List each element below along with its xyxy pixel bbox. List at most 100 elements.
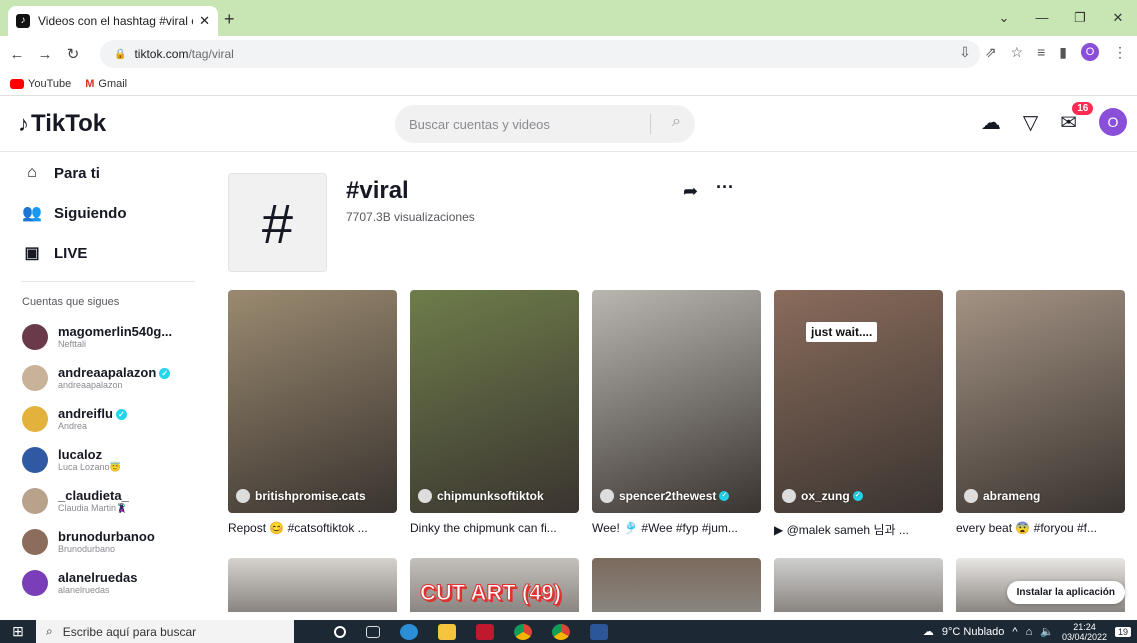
nav-following[interactable]: 👥 Siguiendo	[22, 193, 210, 233]
video-caption[interactable]: Repost 😊 #catsoftiktok ...	[228, 521, 397, 537]
followed-account[interactable]: andreiflu ✓ Andrea	[0, 398, 210, 439]
video-caption[interactable]: ▶ @malek sameh 님과 ...	[774, 521, 943, 537]
back-icon[interactable]: ←	[6, 46, 28, 63]
video-card[interactable]	[592, 558, 761, 612]
chrome-profile-icon[interactable]	[552, 623, 570, 640]
video-card[interactable]: CUT ART (49)	[410, 558, 579, 612]
account-avatar	[22, 487, 48, 514]
account-name: magomerlin540g...	[58, 324, 172, 339]
video-thumbnail[interactable]: chipmunksoftiktok	[410, 290, 579, 513]
share-page-icon[interactable]: ⇗	[985, 44, 997, 61]
tab-close-icon[interactable]: ✕	[199, 13, 210, 29]
video-caption[interactable]: every beat 😨 #foryou #f...	[956, 521, 1125, 537]
install-app-icon[interactable]: ⇩	[959, 44, 971, 61]
upload-icon[interactable]: ☁	[981, 110, 1001, 135]
followed-account[interactable]: brunodurbanoo Brunodurbano	[0, 521, 210, 562]
side-panel-icon[interactable]: ▮	[1059, 44, 1067, 61]
weather-icon[interactable]: ☁	[923, 625, 934, 638]
user-avatar[interactable]: O	[1099, 108, 1127, 136]
nav-label: Siguiendo	[54, 204, 127, 222]
profile-avatar[interactable]: O	[1081, 43, 1099, 61]
followed-account[interactable]: lucaloz Luca Lozano😇	[0, 439, 210, 480]
word-icon[interactable]	[590, 623, 608, 640]
tiktok-logo[interactable]: ♪ TikTok	[18, 110, 106, 138]
video-card[interactable]: spencer2thewest ✓ Wee! 🎐 #Wee #fyp #jum...	[592, 290, 761, 537]
account-name-text: alanelruedas	[58, 570, 138, 585]
close-window-icon[interactable]: ✕	[1099, 0, 1137, 36]
video-thumbnail[interactable]: just wait.... ox_zung ✓	[774, 290, 943, 513]
video-thumbnail[interactable]: britishpromise.cats	[228, 290, 397, 513]
restore-icon[interactable]: ❐	[1061, 0, 1099, 36]
video-author[interactable]: abrameng	[964, 489, 1040, 503]
account-avatar	[22, 446, 48, 473]
video-caption[interactable]: Dinky the chipmunk can fi...	[410, 521, 579, 537]
video-caption[interactable]: Wee! 🎐 #Wee #fyp #jum...	[592, 521, 761, 537]
messages-icon[interactable]: ▽	[1023, 110, 1038, 135]
tag-title: #viral	[346, 177, 409, 204]
video-thumbnail[interactable]: abrameng	[956, 290, 1125, 513]
video-card[interactable]: chipmunksoftiktok Dinky the chipmunk can …	[410, 290, 579, 537]
tab-search-icon[interactable]: ⌄	[985, 0, 1023, 36]
cortana-icon[interactable]	[334, 625, 346, 638]
video-card[interactable]: just wait.... ox_zung ✓ ▶ @malek sameh 님과 .…	[774, 290, 943, 537]
weather-text[interactable]: 9°C Nublado	[942, 626, 1005, 638]
video-author[interactable]: britishpromise.cats	[236, 489, 366, 503]
nav-live[interactable]: ▣ LIVE	[22, 233, 210, 273]
video-author[interactable]: spencer2thewest ✓	[600, 489, 730, 503]
home-icon: ⌂	[27, 164, 37, 181]
taskbar-search-input[interactable]: ⌕ Escribe aquí para buscar	[36, 620, 294, 643]
tray-expand-icon[interactable]: ^	[1012, 626, 1017, 638]
minimize-icon[interactable]: —	[1023, 0, 1061, 36]
share-icon[interactable]: ➦	[683, 181, 698, 202]
bookmark-label: Gmail	[98, 77, 128, 90]
edge-icon[interactable]	[400, 623, 418, 640]
search-icon[interactable]: ⌕	[672, 113, 681, 131]
account-name-text: _claudieta_	[58, 487, 129, 503]
following-accounts-title: Cuentas que sigues	[22, 296, 120, 308]
search-input[interactable]: Buscar cuentas y videos ⌕	[395, 105, 695, 143]
bookmark-youtube[interactable]: YouTube	[10, 78, 71, 90]
account-avatar	[22, 528, 48, 555]
bookmark-star-icon[interactable]: ☆	[1011, 44, 1024, 61]
install-app-button[interactable]: Instalar la aplicación	[1006, 581, 1125, 604]
lock-icon[interactable]: 🔒	[114, 49, 126, 60]
notifications-icon[interactable]: 19	[1114, 626, 1131, 637]
new-tab-button[interactable]: +	[224, 9, 235, 30]
video-thumbnail[interactable]: spencer2thewest ✓	[592, 290, 761, 513]
account-name-text: brunodurbanoo	[58, 529, 155, 544]
video-card[interactable]	[228, 558, 397, 612]
more-options-icon[interactable]: ···	[716, 177, 734, 198]
account-name: andreaapalazon ✓	[58, 365, 171, 380]
account-subtitle: alanelruedas	[58, 585, 110, 595]
video-author[interactable]: chipmunksoftiktok	[418, 489, 544, 503]
followed-account[interactable]: _claudieta_ Claudia Martin🦹	[0, 480, 210, 521]
video-author[interactable]: ox_zung ✓	[782, 489, 863, 503]
mcafee-icon[interactable]	[476, 623, 494, 640]
followed-account[interactable]: andreaapalazon ✓ andreaapalazon	[0, 357, 210, 398]
followed-account[interactable]: magomerlin540g... Nefttali	[0, 316, 210, 357]
followed-account[interactable]: alanelruedas alanelruedas	[0, 562, 210, 603]
menu-kebab-icon[interactable]: ⋮	[1113, 44, 1127, 61]
bookmark-gmail[interactable]: M Gmail	[85, 78, 127, 90]
youtube-icon	[10, 78, 24, 89]
volume-icon[interactable]: 🔈	[1040, 625, 1054, 638]
clock-time: 21:24	[1073, 621, 1096, 632]
browser-tab[interactable]: ♪ Videos con el hashtag #viral en T ✕	[8, 6, 218, 36]
address-bar[interactable]: 🔒 tiktok.com/tag/viral	[100, 40, 980, 68]
reading-list-icon[interactable]: ≡	[1037, 44, 1045, 60]
video-card[interactable]: britishpromise.cats Repost 😊 #catsoftikto…	[228, 290, 397, 537]
forward-icon[interactable]: →	[34, 46, 56, 63]
clock[interactable]: 21:24 03/04/2022	[1062, 622, 1107, 642]
reload-icon[interactable]: ↻	[62, 45, 84, 63]
windows-start-icon[interactable]: ⊞	[0, 623, 36, 640]
file-explorer-icon[interactable]	[438, 623, 456, 640]
chrome-icon[interactable]	[514, 623, 532, 640]
task-view-icon[interactable]	[366, 625, 380, 638]
video-card[interactable]: abrameng every beat 😨 #foryou #f...	[956, 290, 1125, 537]
inbox-icon[interactable]: ✉ 16	[1060, 101, 1094, 135]
video-card[interactable]	[774, 558, 943, 612]
network-icon[interactable]: ⌂	[1026, 626, 1033, 638]
nav-for-you[interactable]: ⌂ Para ti	[22, 153, 210, 193]
tab-title: Videos con el hashtag #viral en T	[38, 14, 193, 28]
account-avatar	[22, 569, 48, 596]
